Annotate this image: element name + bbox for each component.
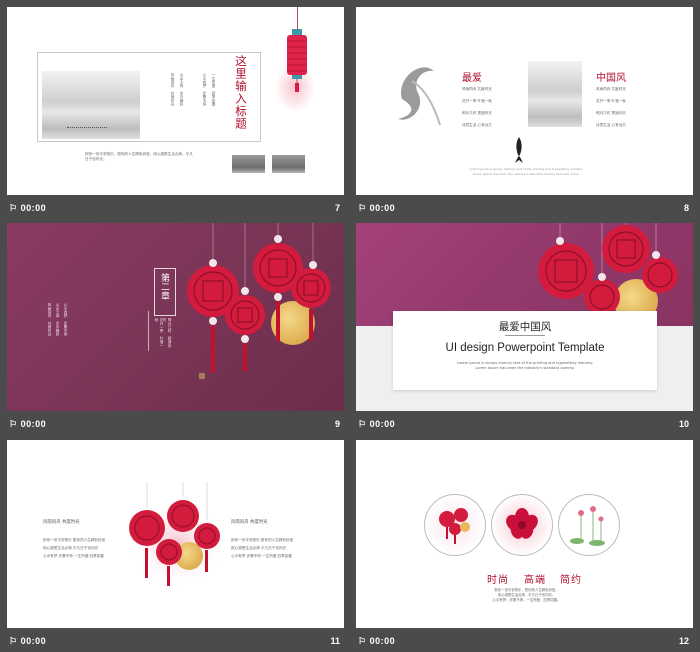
body-text: Lorem Ipsum is simply dummy text of the …: [456, 361, 594, 370]
right-lines: 风雨同舟 共度时光 花开一季 叶落一秋 明月几时 把酒问天 诗意生活 心有远方: [596, 87, 666, 128]
time-label: ⚐ 00:00: [9, 203, 47, 213]
text-col-2: 山水之间 岁月静好: [180, 73, 184, 106]
right-line: 诗意生活 心有远方: [596, 123, 626, 127]
slide-title: 这里输入标题: [234, 55, 248, 130]
slide-8-bar: ⚐ 00:00 8: [356, 199, 693, 219]
slide-11[interactable]: 风雨同舟 共度时光 祝你一世平安快乐 愿你的人生精彩纷呈 用心感受生活点滴 平凡…: [7, 440, 344, 628]
ornament-group-icon: [125, 482, 225, 592]
text-col-4: 一生所爱 四季如春: [212, 73, 216, 106]
caption-2: 用心感受生活点滴，平凡日子也闪光。: [497, 593, 556, 597]
word-2: 高端: [524, 575, 546, 586]
slide-9-bar: ⚐ 00:00 9: [7, 415, 344, 435]
landscape-image: [528, 61, 582, 127]
thumb-image-1: [232, 155, 265, 173]
left-line: 花开一季 叶落一秋: [462, 99, 492, 103]
boats: [67, 127, 107, 131]
footnote-2: Lorem Ipsum has been the industry's stan…: [472, 172, 580, 176]
lantern-icon: [285, 29, 309, 93]
slide-10[interactable]: 最爱中国风 UI design Powerpoint Template Lore…: [356, 223, 693, 411]
circle-image-1: [424, 494, 486, 556]
left-line: 诗意生活 心有远方: [462, 123, 492, 127]
time-label: ⚐ 00:00: [358, 419, 396, 429]
left-heading: 风雨同舟 共度时光: [43, 520, 80, 525]
text-col-c: 心中有梦 步履不停: [64, 303, 68, 336]
left-lines: 风雨同舟 共度时光 花开一季 叶落一秋 明月几时 把酒问天 诗意生活 心有远方: [462, 87, 532, 128]
title-divider: [505, 335, 545, 336]
right-lines: 祝你一世平安快乐 愿你的人生精彩纷呈 用心感受生活点滴 平凡日子也闪光 心中有梦…: [231, 538, 321, 559]
right-heading: 风雨同舟 共度时光: [231, 520, 268, 525]
slide-12[interactable]: 时尚 高端 简约 祝你一世平安快乐，愿你的人生精彩纷呈。 用心感受生活点滴，平凡…: [356, 440, 693, 628]
right-line: 祝你一世平安快乐 愿你的人生精彩纷呈: [231, 538, 294, 542]
left-line: 风雨同舟 共度时光: [462, 87, 492, 91]
ink-koi-image: [392, 59, 444, 129]
text-col-a: 风雨同舟 共度时光: [48, 303, 52, 336]
text-col-e: 明月几时 把酒问天: [163, 318, 172, 348]
slide-12-bar: ⚐ 00:00 12: [356, 632, 693, 652]
chapter-line: [148, 311, 149, 351]
seal-stamp: [199, 373, 205, 379]
slide-7[interactable]: 风雨同舟 共度时光 山水之间 岁月静好 心中有梦 步履不停 一生所爱 四季如春 …: [7, 7, 344, 195]
slide-number: 9: [334, 419, 340, 429]
time-label: ⚐ 00:00: [9, 419, 47, 429]
footnote-1: Lorem ipsum is simply dummy text of the …: [469, 167, 583, 171]
heading-left: 最爱: [462, 73, 482, 84]
slide-10-bar: ⚐ 00:00 10: [356, 415, 693, 435]
slide-number: 10: [678, 419, 689, 429]
thumb-image-2: [272, 155, 305, 173]
caption-3: 心中有梦，步履不停，一生所爱，四季如春。: [492, 598, 561, 602]
lantern-string: [297, 7, 298, 29]
circle-image-3: [558, 494, 620, 556]
chapter-title: 第二章: [159, 273, 169, 300]
slide-11-bar: ⚐ 00:00 11: [7, 632, 344, 652]
left-line: 明月几时 把酒问天: [462, 111, 492, 115]
time-label: ⚐ 00:00: [358, 203, 396, 213]
title-en: UI design Powerpoint Template: [445, 342, 605, 354]
left-lines: 祝你一世平安快乐 愿你的人生精彩纷呈 用心感受生活点滴 平凡日子也闪光 心中有梦…: [43, 538, 133, 559]
caption-1: 祝你一世平安快乐，愿你的人生精彩纷呈。: [494, 588, 559, 592]
text-col-1: 风雨同舟 共度时光: [171, 73, 175, 106]
left-line: 祝你一世平安快乐 愿你的人生精彩纷呈: [43, 538, 106, 542]
text-col-b: 山水之间 岁月静好: [56, 303, 60, 336]
right-line: 明月几时 把酒问天: [596, 111, 626, 115]
title-cn: 最爱中国风: [498, 321, 552, 333]
left-line: 心中有梦 步履不停 一生所爱 四季如春: [43, 554, 104, 558]
time-label: ⚐ 00:00: [358, 636, 396, 646]
word-1: 时尚: [487, 575, 509, 586]
heading-right: 中国风: [596, 73, 626, 84]
slide-9[interactable]: 第二章 风雨同舟 共度时光 山水之间 岁月静好 心中有梦 步履不停 花开一季 叶…: [7, 223, 344, 411]
right-line: 心中有梦 步履不停 一生所爱 四季如春: [231, 554, 292, 558]
slide-number: 8: [683, 203, 689, 213]
fish-icon: [514, 137, 524, 163]
ornament-group-icon: [183, 223, 333, 383]
slide-7-bar: ⚐ 00:00 7: [7, 199, 344, 219]
title-card: 最爱中国风 UI design Powerpoint Template Lore…: [393, 311, 657, 390]
text-col-3: 心中有梦 步履不停: [203, 73, 207, 106]
slide-number: 7: [334, 203, 340, 213]
circle-image-2: [491, 494, 553, 556]
left-line: 用心感受生活点滴 平凡日子也闪光: [43, 546, 99, 550]
time-label: ⚐ 00:00: [9, 636, 47, 646]
right-line: 用心感受生活点滴 平凡日子也闪光: [231, 546, 287, 550]
right-line: 花开一季 叶落一秋: [596, 99, 626, 103]
slide-8[interactable]: 最爱 风雨同舟 共度时光 花开一季 叶落一秋 明月几时 把酒问天 诗意生活 心有…: [356, 7, 693, 195]
right-line: 风雨同舟 共度时光: [596, 87, 626, 91]
body-text: 祝你一世平安快乐，愿你的人生精彩纷呈。用心感受生活点滴，平凡日子也闪光。: [85, 152, 193, 161]
word-3: 简约: [560, 575, 582, 586]
